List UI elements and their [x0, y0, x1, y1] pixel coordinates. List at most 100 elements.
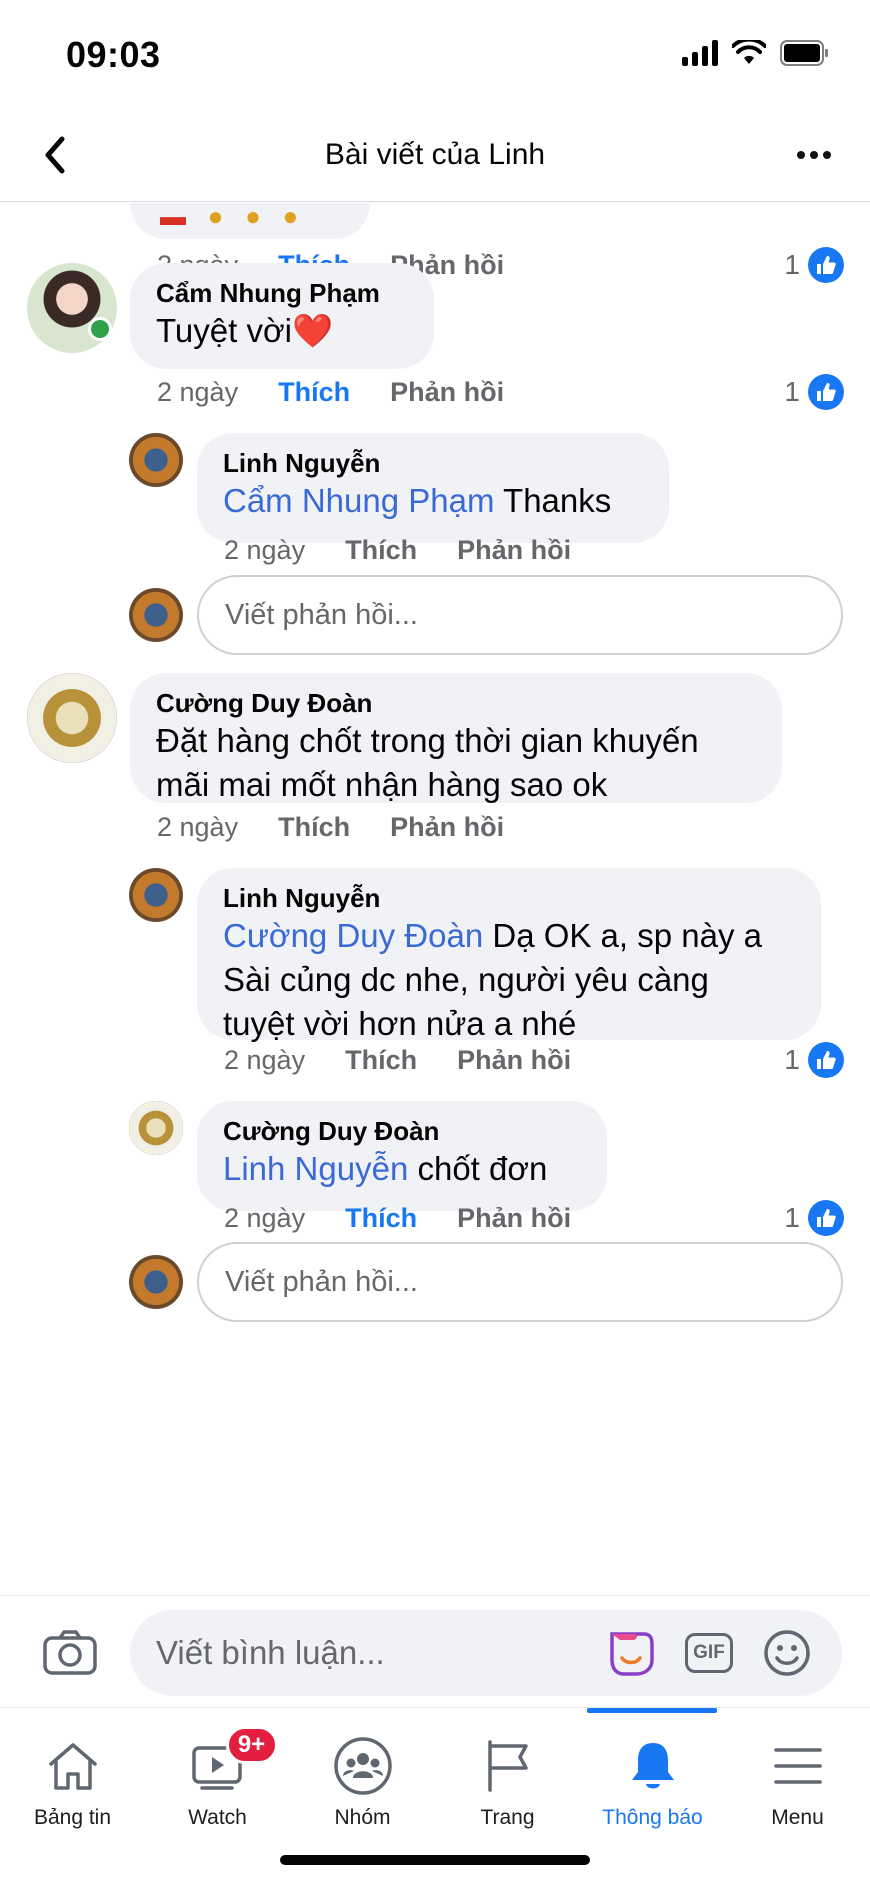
- status-bar: 09:03: [0, 0, 870, 110]
- more-options-button[interactable]: [788, 132, 840, 178]
- comment-author[interactable]: Cẩm Nhung Phạm: [156, 277, 408, 309]
- heart-emoji: ❤️: [291, 312, 334, 349]
- comment-text-line: Đặt hàng chốt trong thời gian khuyến: [156, 722, 699, 759]
- thumbs-up-icon: [808, 247, 844, 283]
- avatar[interactable]: [129, 1101, 183, 1155]
- comment-meta: 2 ngày Thích Phản hồi: [224, 1040, 571, 1080]
- reaction-count[interactable]: 1: [784, 372, 844, 412]
- reply-button[interactable]: Phản hồi: [457, 1045, 571, 1076]
- emoji-icon: [764, 1630, 810, 1676]
- comment-time: 2 ngày: [157, 376, 239, 407]
- avatar: [129, 1255, 183, 1309]
- camera-button[interactable]: [38, 1620, 102, 1684]
- tab-watch[interactable]: 9+ Watch: [145, 1708, 290, 1838]
- comment-text-content: Thanks: [494, 482, 612, 519]
- comment-bubble: Cường Duy Đoàn Đặt hàng chốt trong thời …: [130, 673, 782, 803]
- like-button[interactable]: Thích: [278, 812, 350, 843]
- comments-thread: ▬ ● ● ● 2 ngày Thích Phản hồi 1 Cẩm Nhun…: [0, 203, 870, 1595]
- reply-bubble: Linh Nguyễn Cường Duy Đoàn Dạ OK a, sp n…: [197, 868, 821, 1042]
- like-count: 1: [784, 249, 800, 280]
- reply-button[interactable]: Phản hồi: [457, 535, 571, 566]
- avatar-sticker-button[interactable]: [602, 1624, 660, 1682]
- groups-icon: [331, 1734, 395, 1798]
- page-title: Bài viết của Linh: [324, 138, 546, 171]
- gif-button[interactable]: GIF: [680, 1624, 738, 1682]
- like-button[interactable]: Thích: [278, 377, 350, 408]
- mention-link[interactable]: Linh Nguyễn: [223, 1150, 408, 1187]
- more-dot: [797, 151, 805, 159]
- nav-bar: Bài viết của Linh: [0, 110, 870, 202]
- camera-icon: [43, 1630, 97, 1675]
- thumbs-up-icon: [808, 374, 844, 410]
- more-dot: [810, 151, 818, 159]
- tab-trang[interactable]: Trang: [435, 1708, 580, 1838]
- comment-meta: 2 ngày Thích Phản hồi: [157, 807, 504, 847]
- comment-meta: 2 ngày Thích Phản hồi: [224, 1198, 571, 1238]
- reply-input[interactable]: Viết phản hồi...: [197, 1242, 843, 1322]
- battery-icon: [780, 40, 828, 66]
- gif-icon: GIF: [685, 1633, 733, 1673]
- avatar[interactable]: [129, 868, 183, 922]
- reaction-count[interactable]: 1: [784, 1040, 844, 1080]
- reply-placeholder: Viết phản hồi...: [225, 1265, 418, 1298]
- reply-button[interactable]: Phản hồi: [390, 377, 504, 408]
- comment-meta: 2 ngày Thích Phản hồi: [224, 530, 571, 570]
- comment-author[interactable]: Linh Nguyễn: [223, 447, 643, 479]
- tab-label: Thông báo: [602, 1806, 703, 1829]
- comment-text-line: mãi mai mốt nhận hàng sao ok: [156, 766, 608, 803]
- cellular-signal-icon: [682, 40, 718, 66]
- mention-link[interactable]: Cẩm Nhung Phạm: [223, 482, 494, 519]
- home-icon: [41, 1734, 105, 1798]
- emoji-button[interactable]: [758, 1624, 816, 1682]
- comment-author[interactable]: Linh Nguyễn: [223, 882, 795, 914]
- menu-icon: [766, 1734, 830, 1798]
- mention-link[interactable]: Cường Duy Đoàn: [223, 917, 483, 954]
- like-count: 1: [784, 376, 800, 407]
- comment-composer: Viết bình luận... GIF: [0, 1595, 870, 1707]
- comment-meta: 2 ngày Thích Phản hồi: [157, 372, 504, 412]
- comment-text-line: Sài củng dc nhe, người yêu càng: [223, 961, 709, 998]
- status-time: 09:03: [66, 34, 161, 75]
- clap-emojis: ▬ ● ● ●: [160, 203, 299, 231]
- flag-icon: [476, 1734, 540, 1798]
- comment-text: Tuyệt vời❤️: [156, 309, 408, 353]
- comment-placeholder: Viết bình luận...: [156, 1634, 385, 1671]
- reaction-count[interactable]: 1: [784, 1198, 844, 1238]
- avatar[interactable]: [27, 673, 117, 763]
- tab-bang-tin[interactable]: Bảng tin: [0, 1708, 145, 1838]
- comment-time: 2 ngày: [224, 1044, 306, 1075]
- reply-button[interactable]: Phản hồi: [390, 812, 504, 843]
- like-button[interactable]: Thích: [345, 535, 417, 566]
- comment-time: 2 ngày: [224, 1202, 306, 1233]
- tab-nhom[interactable]: Nhóm: [290, 1708, 435, 1838]
- avatar: [129, 588, 183, 642]
- reply-input[interactable]: Viết phản hồi...: [197, 575, 843, 655]
- comment-text-content: chốt đơn: [408, 1150, 548, 1187]
- reply-placeholder: Viết phản hồi...: [225, 598, 418, 631]
- comment-author[interactable]: Cường Duy Đoàn: [223, 1115, 581, 1147]
- reply-bubble: Cường Duy Đoàn Linh Nguyễn chốt đơn: [197, 1101, 607, 1211]
- thumbs-up-icon: [808, 1200, 844, 1236]
- comment-author[interactable]: Cường Duy Đoàn: [156, 687, 756, 719]
- comment-time: 2 ngày: [157, 811, 239, 842]
- like-button[interactable]: Thích: [345, 1045, 417, 1076]
- comment-text: Linh Nguyễn chốt đơn: [223, 1147, 581, 1191]
- tab-menu[interactable]: Menu: [725, 1708, 870, 1838]
- tab-thong-bao[interactable]: Thông báo: [580, 1708, 725, 1838]
- thumbs-up-icon: [808, 1042, 844, 1078]
- status-icons: [682, 40, 830, 66]
- avatar-sticker-icon: [610, 1632, 654, 1676]
- reply-button[interactable]: Phản hồi: [457, 1203, 571, 1234]
- comment-input[interactable]: Viết bình luận... GIF: [130, 1610, 842, 1696]
- like-button[interactable]: Thích: [345, 1203, 417, 1234]
- reply-bubble: Linh Nguyễn Cẩm Nhung Phạm Thanks: [197, 433, 669, 543]
- bell-icon: [621, 1734, 685, 1798]
- like-count: 1: [784, 1202, 800, 1233]
- comment-text-line: Cường Duy Đoàn Dạ OK a, sp này a: [223, 914, 795, 958]
- reaction-count[interactable]: 1: [784, 245, 844, 285]
- comment-text-content: Dạ OK a, sp này a: [483, 917, 762, 954]
- like-count: 1: [784, 1044, 800, 1075]
- home-indicator: [280, 1855, 590, 1865]
- tab-label: Menu: [771, 1806, 824, 1829]
- avatar[interactable]: [129, 433, 183, 487]
